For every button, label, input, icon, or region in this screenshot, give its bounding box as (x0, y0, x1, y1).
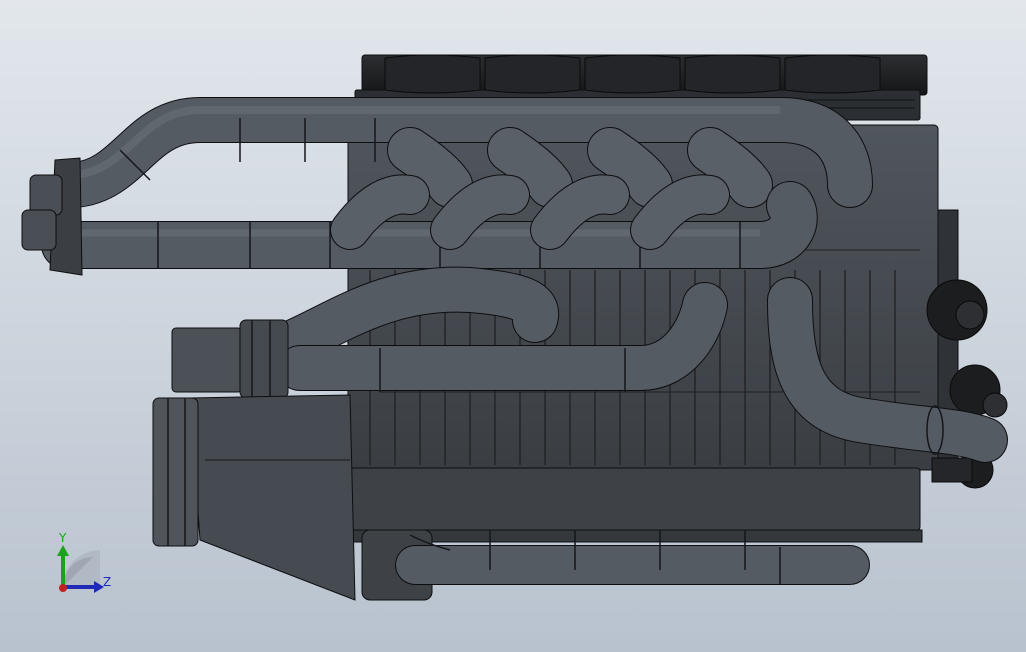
x-axis-indicator (59, 584, 67, 592)
engine-model-view[interactable] (0, 0, 1026, 652)
throttle-body[interactable] (171, 319, 289, 399)
graphics-viewport[interactable]: Y Z (0, 0, 1026, 652)
axis-z-label: Z (103, 575, 112, 589)
axis-y-label: Y (59, 531, 67, 545)
